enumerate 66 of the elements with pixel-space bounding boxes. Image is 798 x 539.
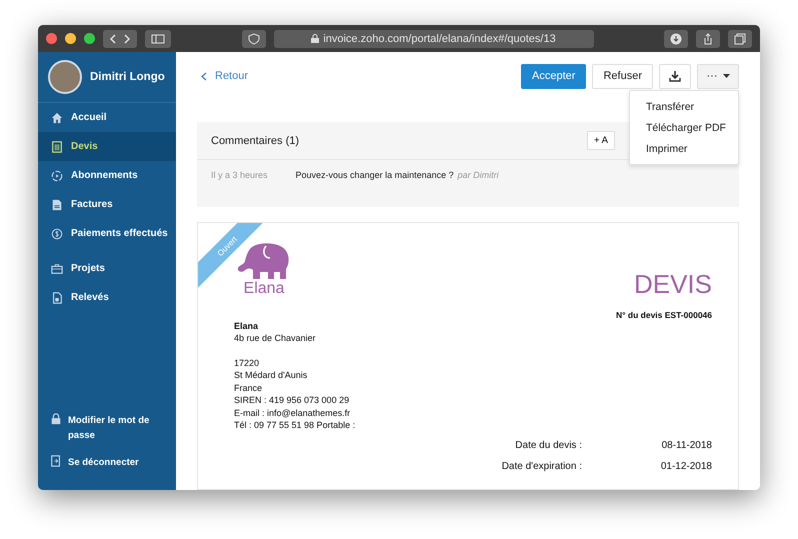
close-icon[interactable]: [46, 33, 57, 44]
chevron-left-icon: [201, 72, 207, 80]
company-name: Elana: [234, 320, 260, 332]
download-icon: [669, 70, 681, 82]
more-button[interactable]: ···: [697, 64, 739, 88]
menu-item[interactable]: Télécharger PDF: [630, 117, 738, 138]
accept-button[interactable]: Accepter: [521, 64, 586, 88]
address-bar[interactable]: invoice.zoho.com/portal/elana/index#/quotes/13: [274, 30, 594, 48]
sidebar-button[interactable]: [145, 30, 171, 48]
payment-icon: [51, 228, 63, 240]
sidebar-link[interactable]: Modifier le mot de passe: [38, 407, 176, 449]
avatar: [48, 60, 82, 94]
address-line: 4b rue de Chavanier: [234, 332, 317, 344]
tabs-button[interactable]: [728, 30, 752, 48]
cycle-icon: [51, 170, 63, 182]
decline-button[interactable]: Refuser: [592, 64, 653, 88]
tabs-icon: [734, 32, 746, 44]
sidebar-link[interactable]: Se déconnecter: [38, 449, 176, 476]
field-label: Date du devis :: [514, 440, 583, 450]
sidebar-item[interactable]: Accueil: [38, 103, 176, 132]
quote-number: N° du devis EST-000046: [616, 310, 712, 320]
sidebar-item[interactable]: Relevés: [38, 283, 176, 312]
menu-item[interactable]: Transférer: [630, 96, 738, 117]
download-button[interactable]: [659, 64, 691, 88]
add-comment-button[interactable]: + A: [587, 131, 615, 150]
home-icon: [51, 112, 63, 124]
sidebar-item[interactable]: Paiements effectués: [38, 219, 176, 248]
field-value: 01-12-2018: [660, 460, 712, 472]
address-line: France: [234, 382, 264, 394]
sidebar-item[interactable]: Factures: [38, 190, 176, 219]
share-icon: [702, 32, 714, 44]
chevron-icon: [109, 34, 131, 44]
logo-text: Elana: [244, 281, 284, 297]
sidebar-item[interactable]: Abonnements: [38, 161, 176, 190]
project-icon: [51, 262, 63, 274]
comment-time: Il y a 3 heures: [211, 170, 268, 180]
lock-icon: [50, 413, 62, 425]
document-title: DEVIS: [632, 269, 712, 300]
caret-icon: [722, 74, 730, 78]
field-label: Date d'expiration :: [500, 460, 583, 472]
lock-icon: [311, 34, 320, 43]
comment-text: Pouvez-vous changer la maintenance ?: [296, 170, 454, 180]
shield-button[interactable]: [242, 30, 266, 48]
comment-author: par Dimitri: [458, 170, 499, 180]
sidebar-item[interactable]: Projets: [38, 254, 176, 283]
logout-icon: [50, 455, 62, 467]
shield-icon: [248, 32, 260, 44]
share-button[interactable]: [696, 30, 720, 48]
download-icon: [670, 32, 682, 44]
address-line: E-mail : info@elanathemes.fr: [234, 406, 352, 419]
menu-item[interactable]: Imprimer: [630, 138, 738, 159]
comments-title: Commentaires (1): [211, 134, 300, 146]
user-name: Dimitri Longo: [90, 71, 165, 83]
field-value: 08-11-2018: [660, 440, 712, 450]
url-text: invoice.zoho.com/portal/elana/index#/quotes/13: [323, 32, 556, 44]
sidebar-item[interactable]: Devis: [38, 132, 176, 161]
back-link[interactable]: Retour: [197, 70, 248, 82]
address-line: St Médard d'Aunis: [234, 369, 308, 382]
sidebar-icon: [151, 34, 165, 44]
download-button[interactable]: [664, 30, 688, 48]
address-line: SIREN : 419 956 073 000 29: [234, 394, 350, 406]
minimize-icon[interactable]: [65, 33, 76, 44]
back-forward-button[interactable]: [103, 30, 137, 48]
maximize-icon[interactable]: [84, 33, 95, 44]
address-line: Tél : 09 77 55 51 98 Portable :: [234, 419, 356, 432]
address-line: 17220: [234, 356, 260, 369]
